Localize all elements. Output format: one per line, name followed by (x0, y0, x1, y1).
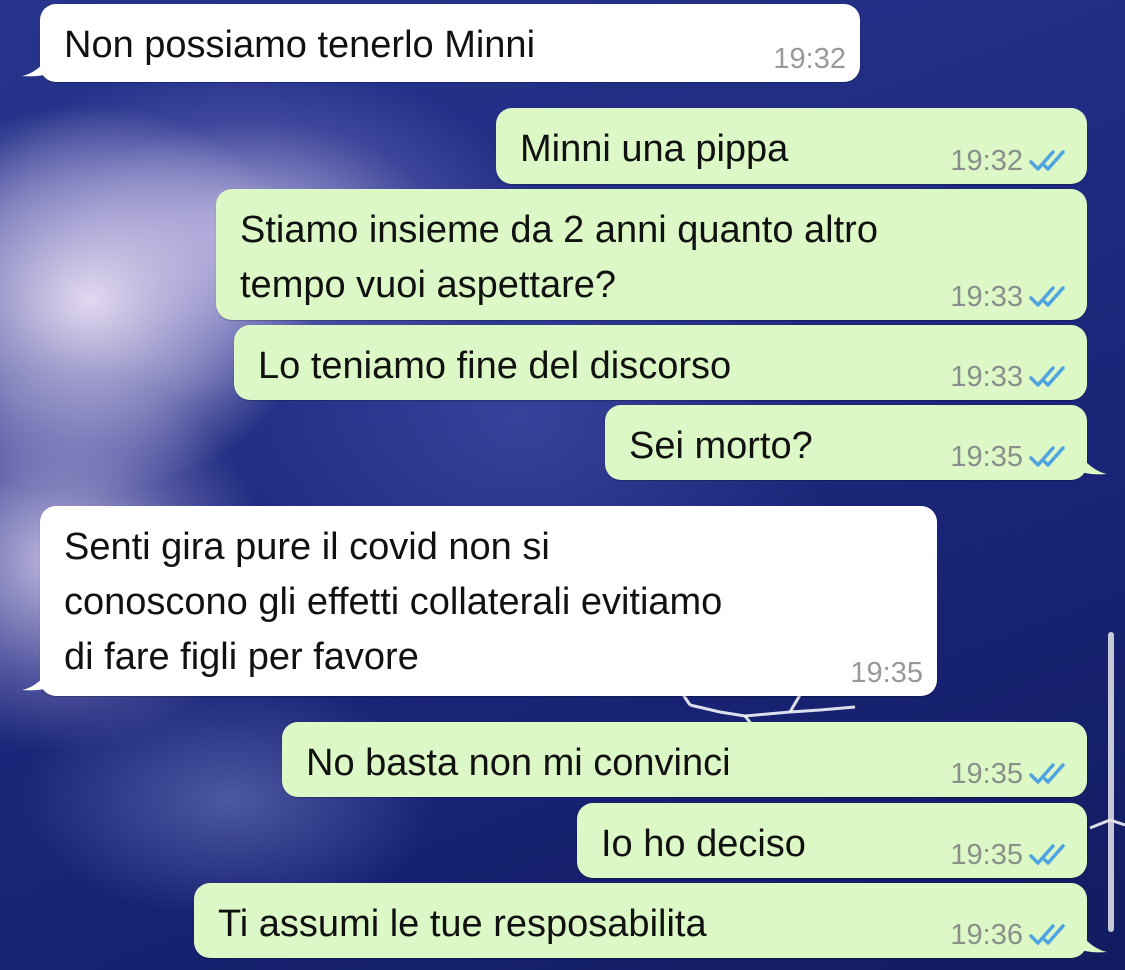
message-time: 19:35 (850, 657, 923, 689)
message-time: 19:35 (950, 441, 1023, 473)
message-text: Senti gira pure il covid non si conoscon… (64, 526, 723, 678)
message-text: Ti assumi le tue resposabilita (218, 903, 707, 945)
message-bubble-outgoing[interactable]: Stiamo insieme da 2 anni quanto altro te… (216, 189, 1087, 320)
double-check-icon (1029, 366, 1065, 387)
bubble-tail (1077, 450, 1107, 475)
message-bubble-outgoing[interactable]: No basta non mi convinci 19:35 (282, 722, 1087, 797)
message-time: 19:36 (950, 919, 1023, 951)
double-check-icon (1029, 844, 1065, 865)
message-time: 19:32 (773, 43, 846, 75)
message-time: 19:33 (950, 361, 1023, 393)
double-check-icon (1029, 763, 1065, 784)
message-meta: 19:32 (950, 146, 1073, 176)
message-meta: 19:35 (950, 759, 1073, 789)
message-time: 19:35 (950, 758, 1023, 790)
message-bubble-outgoing[interactable]: Ti assumi le tue resposabilita 19:36 (194, 883, 1107, 958)
message-text: Lo teniamo fine del discorso (258, 345, 732, 387)
message-meta: 19:35 (850, 658, 923, 688)
message-time: 19:35 (950, 839, 1023, 871)
double-check-icon (1029, 446, 1065, 467)
message-bubble-incoming[interactable]: Non possiamo tenerlo Minni 19:32 (22, 4, 860, 82)
message-meta: 19:35 (950, 840, 1073, 870)
message-bubble-incoming[interactable]: Senti gira pure il covid non si conoscon… (22, 506, 937, 696)
message-bubble-outgoing[interactable]: Minni una pippa 19:32 (496, 108, 1087, 184)
message-meta: 19:32 (773, 44, 846, 74)
bubble-tail (22, 52, 52, 77)
message-bubble-outgoing[interactable]: Lo teniamo fine del discorso 19:33 (234, 325, 1087, 400)
message-time: 19:32 (950, 145, 1023, 177)
message-meta: 19:35 (950, 442, 1073, 472)
message-meta: 19:33 (950, 362, 1073, 392)
double-check-icon (1029, 924, 1065, 945)
bubble-tail (22, 666, 52, 691)
message-time: 19:33 (950, 281, 1023, 313)
message-text: Stiamo insieme da 2 anni quanto altro te… (240, 209, 878, 306)
message-meta: 19:36 (950, 920, 1073, 950)
double-check-icon (1029, 150, 1065, 171)
scrollbar[interactable] (1108, 632, 1114, 932)
double-check-icon (1029, 286, 1065, 307)
message-bubble-outgoing[interactable]: Io ho deciso 19:35 (577, 803, 1087, 878)
message-meta: 19:33 (950, 282, 1073, 312)
message-bubble-outgoing[interactable]: Sei morto? 19:35 (605, 405, 1107, 480)
message-text: Non possiamo tenerlo Minni (64, 24, 536, 66)
bubble-tail (1077, 928, 1107, 953)
